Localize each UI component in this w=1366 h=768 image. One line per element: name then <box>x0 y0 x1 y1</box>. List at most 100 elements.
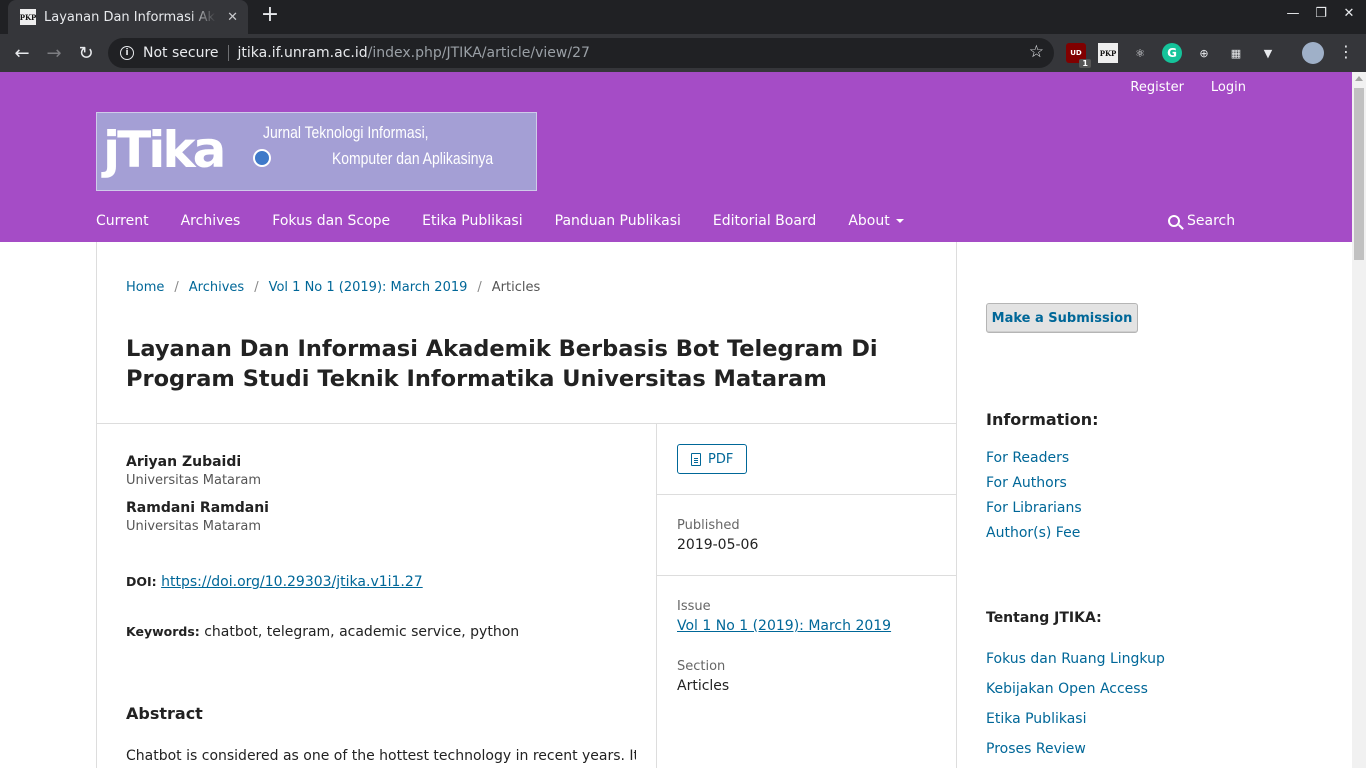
browser-toolbar: ← → ↻ i Not secure jtika.if.unram.ac.id … <box>0 34 1366 72</box>
address-bar[interactable]: i Not secure jtika.if.unram.ac.id /index… <box>108 38 1054 68</box>
doi-label: DOI: <box>126 574 157 589</box>
sidebar-link-for-readers[interactable]: For Readers <box>986 450 1069 466</box>
breadcrumb-archives[interactable]: Archives <box>189 280 244 295</box>
page-scrollbar[interactable] <box>1352 72 1366 768</box>
keywords-label: Keywords: <box>126 624 200 639</box>
grammarly-icon[interactable]: G <box>1162 43 1182 63</box>
scroll-thumb[interactable] <box>1354 88 1364 260</box>
details-divider <box>657 494 956 495</box>
sidebar-link-authors-fee[interactable]: Author(s) Fee <box>986 525 1080 541</box>
tab-close-icon[interactable]: ✕ <box>227 10 238 25</box>
nav-current[interactable]: Current <box>96 213 149 229</box>
nav-etika-publikasi[interactable]: Etika Publikasi <box>422 213 522 229</box>
page-title: Layanan Dan Informasi Akademik Berbasis … <box>126 336 878 392</box>
author-affiliation: Universitas Mataram <box>126 473 261 488</box>
url-path: /index.php/JTIKA/article/view/27 <box>367 45 590 61</box>
published-label: Published <box>677 518 740 533</box>
make-submission-button[interactable]: Make a Submission <box>986 303 1138 333</box>
nav-about[interactable]: About <box>848 213 904 229</box>
section-value: Articles <box>677 678 730 694</box>
article-main: Home / Archives / Vol 1 No 1 (2019): Mar… <box>96 242 957 768</box>
sidebar-link-etika[interactable]: Etika Publikasi <box>986 711 1086 727</box>
breadcrumb-current: Articles <box>491 280 541 295</box>
globe-icon[interactable]: ⊕ <box>1194 43 1214 63</box>
breadcrumb-separator: / <box>477 280 482 295</box>
new-tab-icon[interactable]: + <box>258 4 282 28</box>
info-icon[interactable]: i <box>120 46 134 60</box>
breadcrumb-home[interactable]: Home <box>126 280 164 295</box>
browser-menu-icon[interactable]: ⋮ <box>1338 42 1354 61</box>
sidebar-link-proses-review[interactable]: Proses Review <box>986 741 1086 757</box>
tentang-heading: Tentang JTIKA: <box>986 610 1102 626</box>
reload-icon[interactable]: ↻ <box>74 41 98 65</box>
close-icon[interactable]: ✕ <box>1342 6 1356 21</box>
screenshot-extension-icon[interactable]: ▦ <box>1226 43 1246 63</box>
doi-link[interactable]: https://doi.org/10.29303/jtika.v1i1.27 <box>161 574 423 590</box>
star-icon[interactable]: ☆ <box>1029 42 1044 62</box>
column-divider <box>656 423 657 768</box>
nav-archives[interactable]: Archives <box>181 213 241 229</box>
sidebar-link-fokus[interactable]: Fokus dan Ruang Lingkup <box>986 651 1165 667</box>
nav-fokus-dan-scope[interactable]: Fokus dan Scope <box>272 213 390 229</box>
nav-panduan-publikasi[interactable]: Panduan Publikasi <box>555 213 681 229</box>
search-link[interactable]: Search <box>1168 213 1235 229</box>
back-icon[interactable]: ← <box>10 41 34 65</box>
login-link[interactable]: Login <box>1211 80 1246 95</box>
issue-value: Vol 1 No 1 (2019): March 2019 <box>677 618 891 634</box>
site-logo[interactable]: jTika Jurnal Teknologi Informasi, Komput… <box>96 112 537 191</box>
search-icon <box>1168 215 1180 227</box>
keywords-value: chatbot, telegram, academic service, pyt… <box>204 624 520 640</box>
security-label: Not secure <box>143 45 219 61</box>
details-divider <box>657 575 956 576</box>
title-divider <box>97 423 956 424</box>
breadcrumb: Home / Archives / Vol 1 No 1 (2019): Mar… <box>126 280 540 295</box>
react-devtools-icon[interactable]: ⚛ <box>1130 43 1150 63</box>
user-nav: Register Login <box>1130 80 1246 95</box>
pkp-extension-icon[interactable]: PKP <box>1098 43 1118 63</box>
vue-devtools-icon[interactable]: ▼ <box>1258 43 1278 63</box>
tab-title: Layanan Dan Informasi Akademik Berbasis … <box>44 9 216 25</box>
pdf-button[interactable]: PDF <box>677 444 748 474</box>
maximize-icon[interactable]: ❐ <box>1314 6 1328 21</box>
pdf-label: PDF <box>708 451 734 467</box>
logo-wordmark: jTika <box>103 121 226 179</box>
keywords-row: Keywords: chatbot, telegram, academic se… <box>126 624 519 640</box>
doi-row: DOI: https://doi.org/10.29303/jtika.v1i1… <box>126 574 423 590</box>
forward-icon[interactable]: → <box>42 41 66 65</box>
section-label: Section <box>677 659 726 674</box>
caret-down-icon <box>895 219 904 223</box>
logo-tagline-2: Komputer dan Aplikasinya <box>332 149 494 168</box>
nav-editorial-board[interactable]: Editorial Board <box>713 213 816 229</box>
search-label: Search <box>1187 213 1236 229</box>
minimize-icon[interactable]: — <box>1286 6 1300 21</box>
sidebar-link-for-librarians[interactable]: For Librarians <box>986 500 1082 516</box>
profile-avatar[interactable] <box>1302 42 1324 64</box>
register-link[interactable]: Register <box>1130 80 1184 95</box>
published-date: 2019-05-06 <box>677 537 759 553</box>
ublock-label: UD <box>1070 49 1082 57</box>
abstract-text: Chatbot is considered as one of the hott… <box>126 748 636 764</box>
author-item: Ariyan Zubaidi Universitas Mataram <box>126 454 626 488</box>
breadcrumb-issue[interactable]: Vol 1 No 1 (2019): March 2019 <box>269 280 468 295</box>
browser-tabstrip: PKP Layanan Dan Informasi Akademik Berba… <box>0 0 1366 34</box>
sidebar-link-open-access[interactable]: Kebijakan Open Access <box>986 681 1148 697</box>
abstract-heading: Abstract <box>126 704 203 723</box>
scroll-up-icon[interactable] <box>1355 76 1363 81</box>
url-host: jtika.if.unram.ac.id <box>237 45 368 61</box>
author-name: Ramdani Ramdani <box>126 500 269 516</box>
ublock-icon[interactable]: UD 1 <box>1066 43 1091 68</box>
issue-label: Issue <box>677 599 711 614</box>
logo-dot-icon <box>253 149 271 167</box>
information-heading: Information: <box>986 410 1099 429</box>
pkp-favicon-icon: PKP <box>20 9 36 25</box>
nav-about-label: About <box>848 213 890 229</box>
author-name: Ariyan Zubaidi <box>126 454 242 470</box>
site-header: Register Login jTika Jurnal Teknologi In… <box>0 72 1352 242</box>
sidebar-link-for-authors[interactable]: For Authors <box>986 475 1067 491</box>
breadcrumb-separator: / <box>174 280 179 295</box>
browser-tab[interactable]: PKP Layanan Dan Informasi Akademik Berba… <box>8 0 248 34</box>
pdf-file-icon <box>691 452 701 466</box>
author-list: Ariyan Zubaidi Universitas Mataram Ramda… <box>126 454 626 546</box>
issue-link[interactable]: Vol 1 No 1 (2019): March 2019 <box>677 618 891 634</box>
main-nav: Current Archives Fokus dan Scope Etika P… <box>96 213 904 229</box>
